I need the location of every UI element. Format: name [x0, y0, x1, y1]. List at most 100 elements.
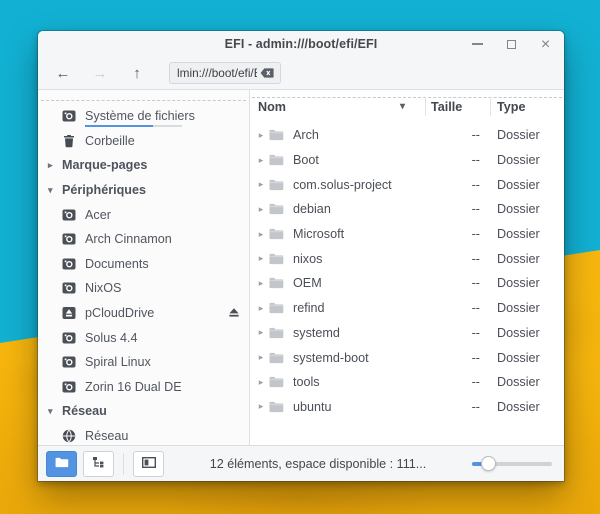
file-type: Dossier	[497, 351, 540, 365]
file-name: Microsoft	[293, 227, 344, 241]
file-row-debian[interactable]: ▸ debian -- Dossier	[250, 197, 564, 222]
file-row-nixos[interactable]: ▸ nixos -- Dossier	[250, 246, 564, 271]
content-area: Système de fichiers Corbeille ▸ Marque-p…	[38, 90, 564, 445]
file-name: debian	[293, 202, 331, 216]
sidebar-item-trash[interactable]: Corbeille	[38, 129, 249, 154]
eject-icon[interactable]	[228, 307, 240, 318]
file-row-boot[interactable]: ▸ Boot -- Dossier	[250, 148, 564, 173]
file-name: com.solus-project	[293, 178, 392, 192]
expander-icon[interactable]: ▸	[255, 179, 267, 190]
file-size: --	[420, 252, 480, 266]
file-size: --	[420, 326, 480, 340]
drive-icon	[62, 355, 77, 369]
expander-icon[interactable]: ▸	[255, 401, 267, 412]
file-name: Arch	[293, 128, 319, 142]
file-name: nixos	[293, 252, 322, 266]
expander-icon[interactable]: ▸	[255, 303, 267, 314]
zoom-slider[interactable]	[472, 456, 552, 472]
sidebar-item-documents[interactable]: Documents	[38, 252, 249, 277]
sidebar-item-label: Solus 4.4	[85, 331, 138, 345]
expander-icon[interactable]: ▸	[255, 278, 267, 289]
places-view-button[interactable]	[46, 451, 77, 477]
statusbar-separator	[123, 453, 124, 475]
file-name: ubuntu	[293, 400, 332, 414]
expander-icon[interactable]: ▸	[255, 352, 267, 363]
chevron-down-icon: ▾	[48, 406, 62, 417]
sort-indicator-icon[interactable]: ▾	[400, 90, 405, 123]
sidebar-item-acer[interactable]: Acer	[38, 202, 249, 227]
drive-eject-icon	[62, 306, 77, 320]
folder-icon	[269, 253, 284, 265]
zoom-slider-handle[interactable]	[481, 456, 496, 471]
file-row-tools[interactable]: ▸ tools -- Dossier	[250, 370, 564, 395]
file-name: OEM	[293, 276, 322, 290]
sidebar-section-network[interactable]: ▾ Réseau	[38, 399, 249, 424]
close-button[interactable]: ×	[539, 38, 552, 51]
column-header-size[interactable]: Taille	[431, 90, 462, 123]
minimize-button[interactable]	[471, 38, 484, 51]
treeview-button[interactable]	[83, 451, 114, 477]
column-separator[interactable]	[490, 97, 491, 116]
file-row-oem[interactable]: ▸ OEM -- Dossier	[250, 271, 564, 296]
up-button[interactable]: ↑	[128, 65, 146, 82]
file-size: --	[420, 227, 480, 241]
clear-location-icon[interactable]	[260, 68, 274, 78]
column-header-name[interactable]: Nom	[258, 90, 286, 123]
file-row-com-solus-project[interactable]: ▸ com.solus-project -- Dossier	[250, 172, 564, 197]
sidebar-item-nixos[interactable]: NixOS	[38, 276, 249, 301]
file-size: --	[420, 351, 480, 365]
sidebar-item-label: pCloudDrive	[85, 306, 154, 320]
sidebar-section-bookmarks[interactable]: ▸ Marque-pages	[38, 153, 249, 178]
folder-icon	[269, 327, 284, 339]
sidebar-item-filesystem[interactable]: Système de fichiers	[38, 104, 249, 129]
file-type: Dossier	[497, 252, 540, 266]
file-row-systemd-boot[interactable]: ▸ systemd-boot -- Dossier	[250, 345, 564, 370]
expander-icon[interactable]: ▸	[255, 155, 267, 166]
file-size: --	[420, 128, 480, 142]
file-type: Dossier	[497, 400, 540, 414]
file-name: tools	[293, 375, 320, 389]
sidebar-item-label: Corbeille	[85, 134, 135, 148]
maximize-button[interactable]	[505, 38, 518, 51]
drive-icon	[62, 257, 77, 271]
expander-icon[interactable]: ▸	[255, 204, 267, 215]
chevron-right-icon: ▸	[48, 160, 62, 171]
file-row-microsoft[interactable]: ▸ Microsoft -- Dossier	[250, 222, 564, 247]
back-button[interactable]: ←	[54, 65, 72, 82]
sidebar-scroll-undershoot	[41, 100, 246, 101]
titlebar[interactable]: EFI - admin:///boot/efi/EFI ×	[38, 31, 564, 57]
sidebar-section-devices[interactable]: ▾ Périphériques	[38, 178, 249, 203]
file-row-arch[interactable]: ▸ Arch -- Dossier	[250, 123, 564, 148]
file-row-ubuntu[interactable]: ▸ ubuntu -- Dossier	[250, 395, 564, 420]
sidebar-item-solus[interactable]: Solus 4.4	[38, 325, 249, 350]
column-header-type[interactable]: Type	[497, 90, 525, 123]
sidebar-item-spiral-linux[interactable]: Spiral Linux	[38, 350, 249, 375]
sidebar-item-label: Arch Cinnamon	[85, 232, 172, 246]
folder-icon	[269, 277, 284, 289]
statusbar: 12 éléments, espace disponible : 111...	[38, 445, 564, 481]
sidebar-item-pclouddrive[interactable]: pCloudDrive	[38, 301, 249, 326]
forward-button[interactable]: →	[91, 65, 109, 82]
file-size: --	[420, 400, 480, 414]
file-row-refind[interactable]: ▸ refind -- Dossier	[250, 296, 564, 321]
sidebar-item-label: NixOS	[85, 281, 121, 295]
file-row-systemd[interactable]: ▸ systemd -- Dossier	[250, 321, 564, 346]
folder-icon	[55, 455, 69, 473]
folder-icon	[269, 401, 284, 413]
expander-icon[interactable]: ▸	[255, 229, 267, 240]
location-input[interactable]: lmin:///boot/efi/EFI	[169, 62, 281, 84]
expander-icon[interactable]: ▸	[255, 327, 267, 338]
filesystem-usage-bar	[85, 125, 182, 127]
expander-icon[interactable]: ▸	[255, 377, 267, 388]
sidebar-item-arch-cinnamon[interactable]: Arch Cinnamon	[38, 227, 249, 252]
minimize-icon	[472, 43, 483, 45]
expander-icon[interactable]: ▸	[255, 130, 267, 141]
column-separator[interactable]	[425, 97, 426, 116]
drive-icon	[62, 208, 77, 222]
expander-icon[interactable]: ▸	[255, 253, 267, 264]
sidebar-item-label: Zorin 16 Dual DE	[85, 380, 182, 394]
sidebar-item-network[interactable]: Réseau	[38, 424, 249, 445]
toggle-sidebar-button[interactable]	[133, 451, 164, 477]
file-type: Dossier	[497, 301, 540, 315]
sidebar-item-zorin[interactable]: Zorin 16 Dual DE	[38, 375, 249, 400]
